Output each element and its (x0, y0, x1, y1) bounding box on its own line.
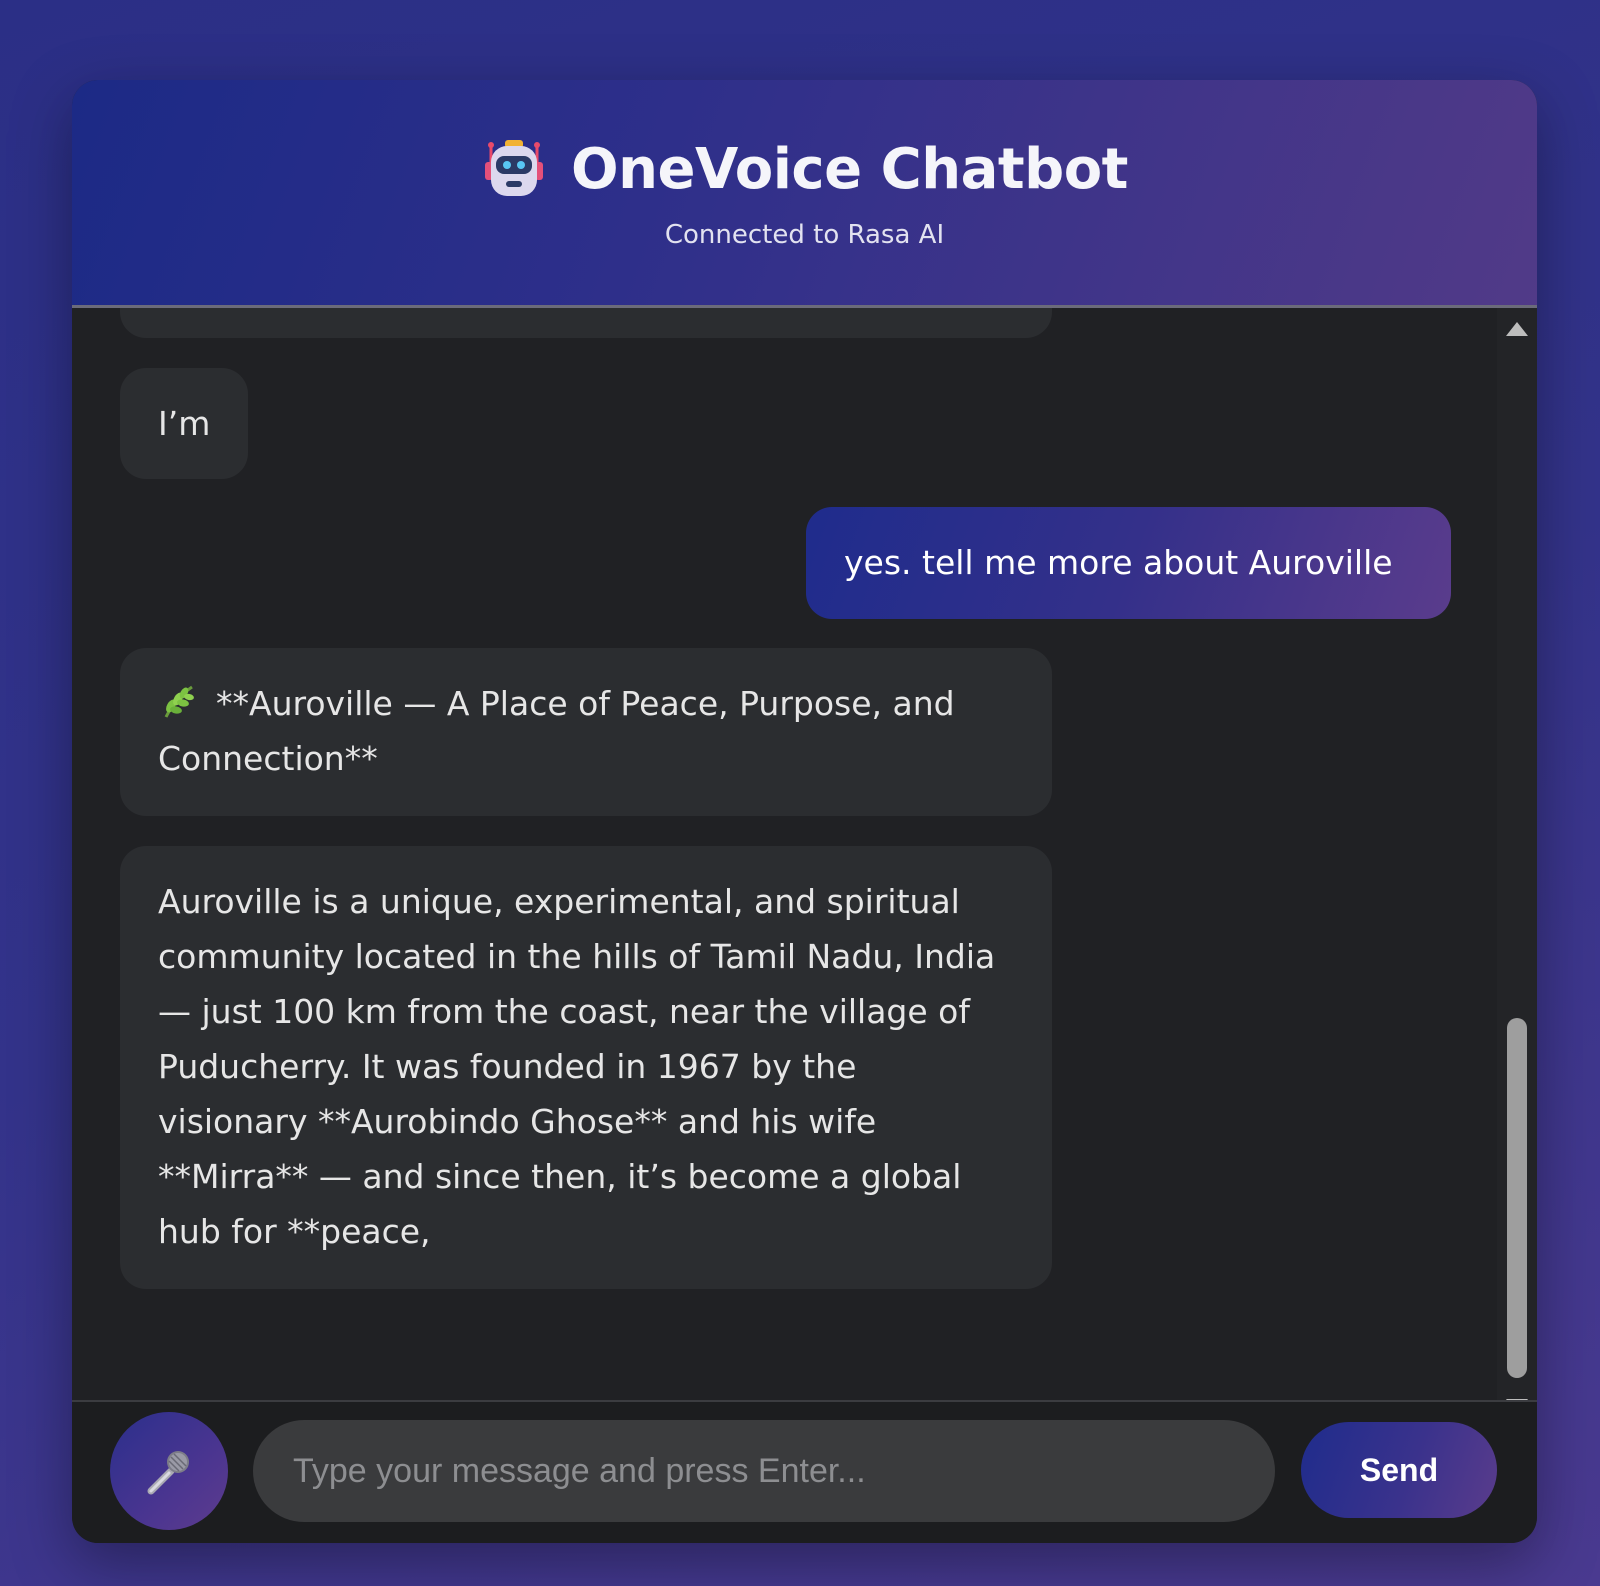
message-input[interactable] (253, 1420, 1275, 1522)
bot-message: **Auroville — A Place of Peace, Purpose,… (120, 648, 1052, 816)
robot-face-icon (485, 140, 544, 196)
message-list[interactable]: I’m yes. tell me more about Auroville **… (72, 308, 1497, 1427)
microphone-button[interactable] (110, 1412, 228, 1530)
chat-window: OneVoice Chatbot Connected to Rasa AI I’… (72, 80, 1537, 1543)
chat-header: OneVoice Chatbot Connected to Rasa AI (72, 80, 1537, 308)
connection-status: Connected to Rasa AI (664, 220, 945, 250)
message-text: I’m (158, 404, 211, 443)
leaf-icon (164, 685, 194, 718)
title-row: OneVoice Chatbot (72, 136, 1537, 202)
bot-message: I’m (120, 368, 249, 479)
send-button[interactable]: Send (1301, 1422, 1497, 1518)
composer-bar: Send (72, 1400, 1537, 1543)
bot-message-partial (120, 308, 1052, 338)
scroll-thumb[interactable] (1507, 1018, 1527, 1378)
microphone-icon (147, 1451, 189, 1495)
user-message: yes. tell me more about Auroville (806, 507, 1451, 619)
app-title: OneVoice Chatbot (571, 136, 1128, 202)
message-scrollbar[interactable] (1497, 308, 1537, 1427)
scroll-up-arrow-icon[interactable] (1506, 322, 1528, 336)
bot-message: Auroville is a unique, experimental, and… (120, 846, 1052, 1289)
message-text: **Auroville — A Place of Peace, Purpose,… (158, 684, 955, 778)
message-text: Auroville is a unique, experimental, and… (158, 882, 996, 1251)
message-text: yes. tell me more about Auroville (844, 543, 1393, 582)
